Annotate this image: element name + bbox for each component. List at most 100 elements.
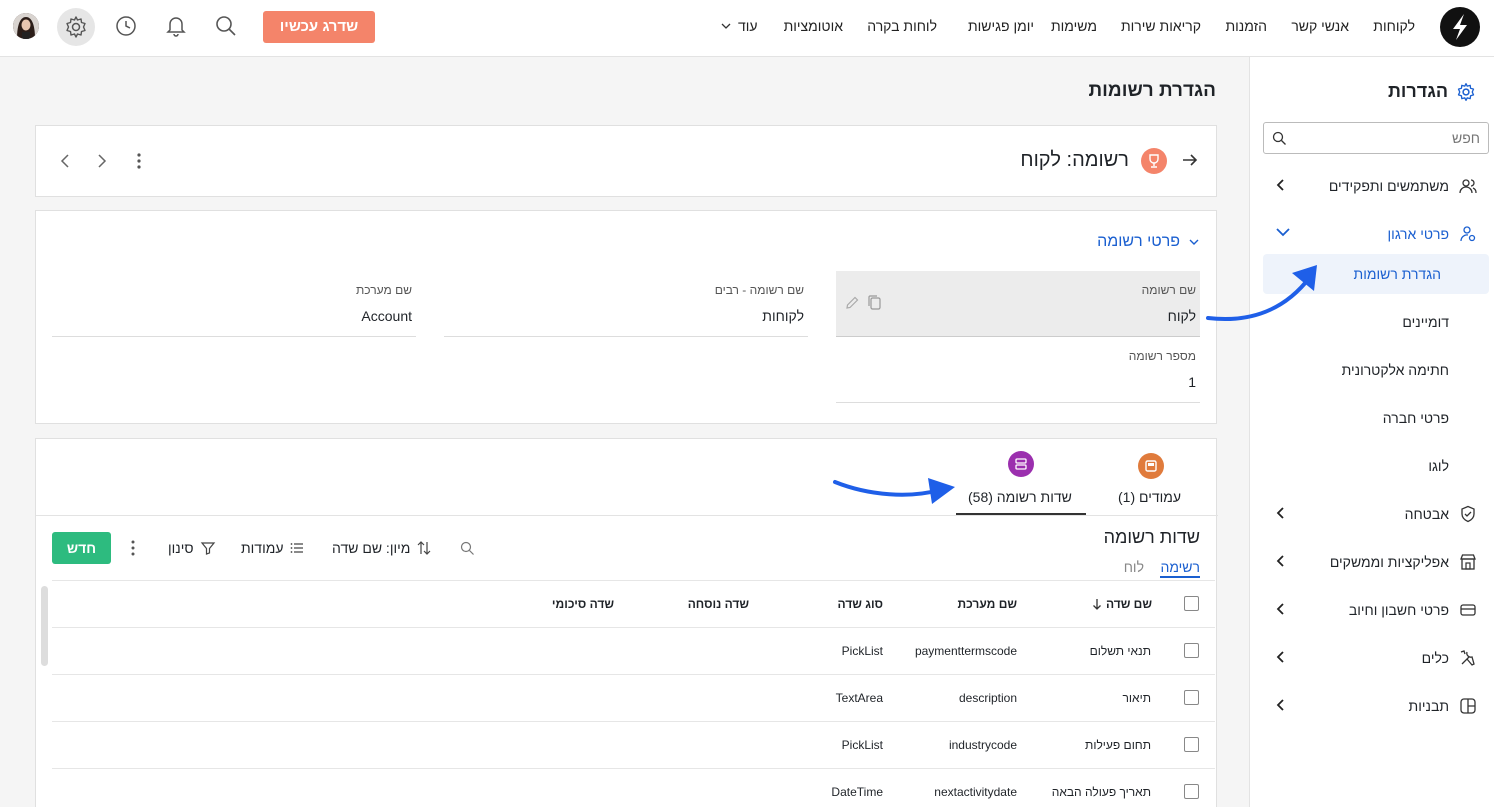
record-name-value: לקוח	[1167, 308, 1196, 324]
edit-icon[interactable]	[844, 295, 860, 311]
record-details-card: פרטי רשומה שם רשומה לקוח שם רשומה - רבים…	[35, 210, 1217, 424]
gear-icon	[1457, 82, 1475, 101]
pages-icon	[1138, 453, 1164, 479]
cell-system-name: description	[958, 691, 1017, 705]
upgrade-button[interactable]: שדרג עכשיו	[263, 11, 375, 43]
nav-item-automations[interactable]: אוטומציות	[784, 18, 843, 34]
org-settings-icon	[1460, 226, 1476, 242]
row-divider	[52, 721, 1215, 722]
sidebar-title: הגדרות	[1388, 81, 1476, 102]
header-system-name[interactable]: שם מערכת	[958, 597, 1017, 611]
header-formula-field[interactable]: שדה נוסחה	[688, 597, 749, 611]
tab-record-fields[interactable]: שדות רשומה (58)	[956, 451, 1086, 515]
details-section-toggle[interactable]: פרטי רשומה	[1097, 233, 1200, 251]
cell-system-name: nextactivitydate	[934, 785, 1017, 799]
cell-field-name: תיאור	[1122, 691, 1151, 705]
plural-name-label: שם רשומה - רבים	[714, 283, 804, 297]
arrow-right-icon[interactable]	[1181, 151, 1199, 169]
sidebar-item-org[interactable]: פרטי ארגון	[1250, 214, 1494, 254]
table-scrollbar[interactable]	[41, 586, 48, 666]
avatar[interactable]	[13, 13, 39, 39]
row-checkbox[interactable]	[1184, 643, 1199, 658]
columns-button[interactable]: עמודות	[241, 540, 305, 556]
sidebar-item-tools[interactable]: כלים	[1250, 638, 1494, 678]
fields-icon	[1008, 451, 1034, 477]
row-divider	[52, 627, 1215, 628]
row-checkbox[interactable]	[1184, 690, 1199, 705]
annotation-arrow	[833, 478, 955, 504]
new-button[interactable]: חדש	[52, 532, 111, 564]
cell-field-name: תנאי תשלום	[1089, 644, 1151, 658]
nav-item-tasks[interactable]: משימות	[1051, 18, 1097, 34]
sidebar-subitem-label: לוגו	[1428, 458, 1449, 474]
plural-name-field[interactable]: שם רשומה - רבים לקוחות	[444, 271, 808, 337]
sidebar-item-security[interactable]: אבטחה	[1250, 494, 1494, 534]
cell-field-name: תחום פעילות	[1085, 738, 1151, 752]
cell-field-type: PickList	[841, 738, 883, 752]
header-field-type[interactable]: סוג שדה	[838, 597, 883, 611]
nav-item-accounts[interactable]: לקוחות	[1373, 18, 1415, 34]
sidebar-search-input[interactable]	[1290, 123, 1480, 153]
kebab-menu-icon[interactable]	[134, 151, 144, 171]
nav-item-orders[interactable]: הזמנות	[1226, 18, 1268, 34]
record-number-value: 1	[1188, 374, 1196, 390]
columns-icon	[291, 543, 304, 553]
nav-item-service-calls[interactable]: קריאות שירות	[1121, 18, 1201, 34]
system-name-field[interactable]: שם מערכת Account	[52, 271, 416, 337]
cell-system-name: paymenttermscode	[914, 644, 1017, 658]
sort-icon	[417, 541, 431, 555]
filter-button[interactable]: סינון	[168, 540, 216, 556]
chevron-left-icon	[1276, 699, 1284, 711]
chevron-left-icon	[1276, 603, 1284, 615]
record-name-label: שם רשומה	[1141, 283, 1196, 297]
sidebar-subitem-label: פרטי חברה	[1382, 410, 1449, 426]
history-icon[interactable]	[112, 12, 140, 40]
row-checkbox[interactable]	[1184, 737, 1199, 752]
sidebar-search[interactable]	[1263, 122, 1489, 154]
sidebar-item-apps[interactable]: אפליקציות וממשקים	[1250, 542, 1494, 582]
chevron-left-icon	[1276, 179, 1284, 191]
record-header-card: רשומה: לקוח	[35, 125, 1217, 197]
kebab-menu-icon[interactable]	[128, 539, 138, 557]
bell-icon[interactable]	[162, 12, 190, 40]
chevron-left-icon	[1276, 555, 1284, 567]
tab-pages[interactable]: עמודים (1)	[1106, 451, 1246, 515]
sidebar-item-billing[interactable]: פרטי חשבון וחיוב	[1250, 590, 1494, 630]
chevron-left-icon[interactable]	[58, 152, 72, 170]
sidebar-item-label: תבניות	[1408, 698, 1449, 714]
settings-button[interactable]	[57, 8, 95, 46]
row-divider	[52, 674, 1215, 675]
view-list-tab[interactable]: רשימה	[1160, 559, 1200, 578]
nav-more[interactable]: עוד	[720, 18, 758, 34]
sort-button[interactable]: מיון: שם שדה	[332, 540, 432, 556]
page-title: הגדרת רשומות	[1088, 80, 1216, 101]
sidebar-item-templates[interactable]: תבניות	[1250, 686, 1494, 726]
view-board-tab[interactable]: לוח	[1124, 559, 1144, 575]
nav-item-calendar[interactable]: יומן פגישות	[968, 18, 1034, 34]
header-summary-field[interactable]: שדה סיכומי	[552, 597, 614, 611]
credit-card-icon	[1460, 604, 1476, 616]
nav-item-contacts[interactable]: אנשי קשר	[1291, 18, 1349, 34]
sort-label: מיון: שם שדה	[332, 540, 411, 556]
filter-label: סינון	[168, 540, 194, 556]
logo-icon[interactable]	[1440, 7, 1480, 47]
search-icon	[1272, 131, 1286, 145]
sidebar-item-users[interactable]: משתמשים ותפקידים	[1250, 166, 1494, 206]
copy-icon[interactable]	[868, 295, 882, 311]
nav-item-dashboards[interactable]: לוחות בקרה	[867, 18, 937, 34]
record-name-field[interactable]: שם רשומה לקוח	[836, 271, 1200, 337]
chevron-right-icon[interactable]	[95, 152, 109, 170]
chevron-down-icon	[1276, 228, 1290, 237]
header-field-name[interactable]: שם שדה	[1092, 597, 1152, 611]
details-section-title: פרטי רשומה	[1097, 233, 1180, 250]
chevron-left-icon	[1276, 651, 1284, 663]
sidebar-subitem-e-signature[interactable]: חתימה אלקטרונית	[1263, 350, 1489, 390]
record-number-field[interactable]: מספר רשומה 1	[836, 339, 1200, 403]
search-icon[interactable]	[460, 541, 475, 556]
search-icon[interactable]	[212, 12, 240, 40]
sidebar-subitem-company-details[interactable]: פרטי חברה	[1263, 398, 1489, 438]
row-checkbox[interactable]	[1184, 784, 1199, 799]
sidebar-subitem-logo[interactable]: לוגו	[1263, 446, 1489, 486]
plural-name-value: לקוחות	[762, 308, 804, 324]
select-all-checkbox[interactable]	[1184, 596, 1199, 611]
